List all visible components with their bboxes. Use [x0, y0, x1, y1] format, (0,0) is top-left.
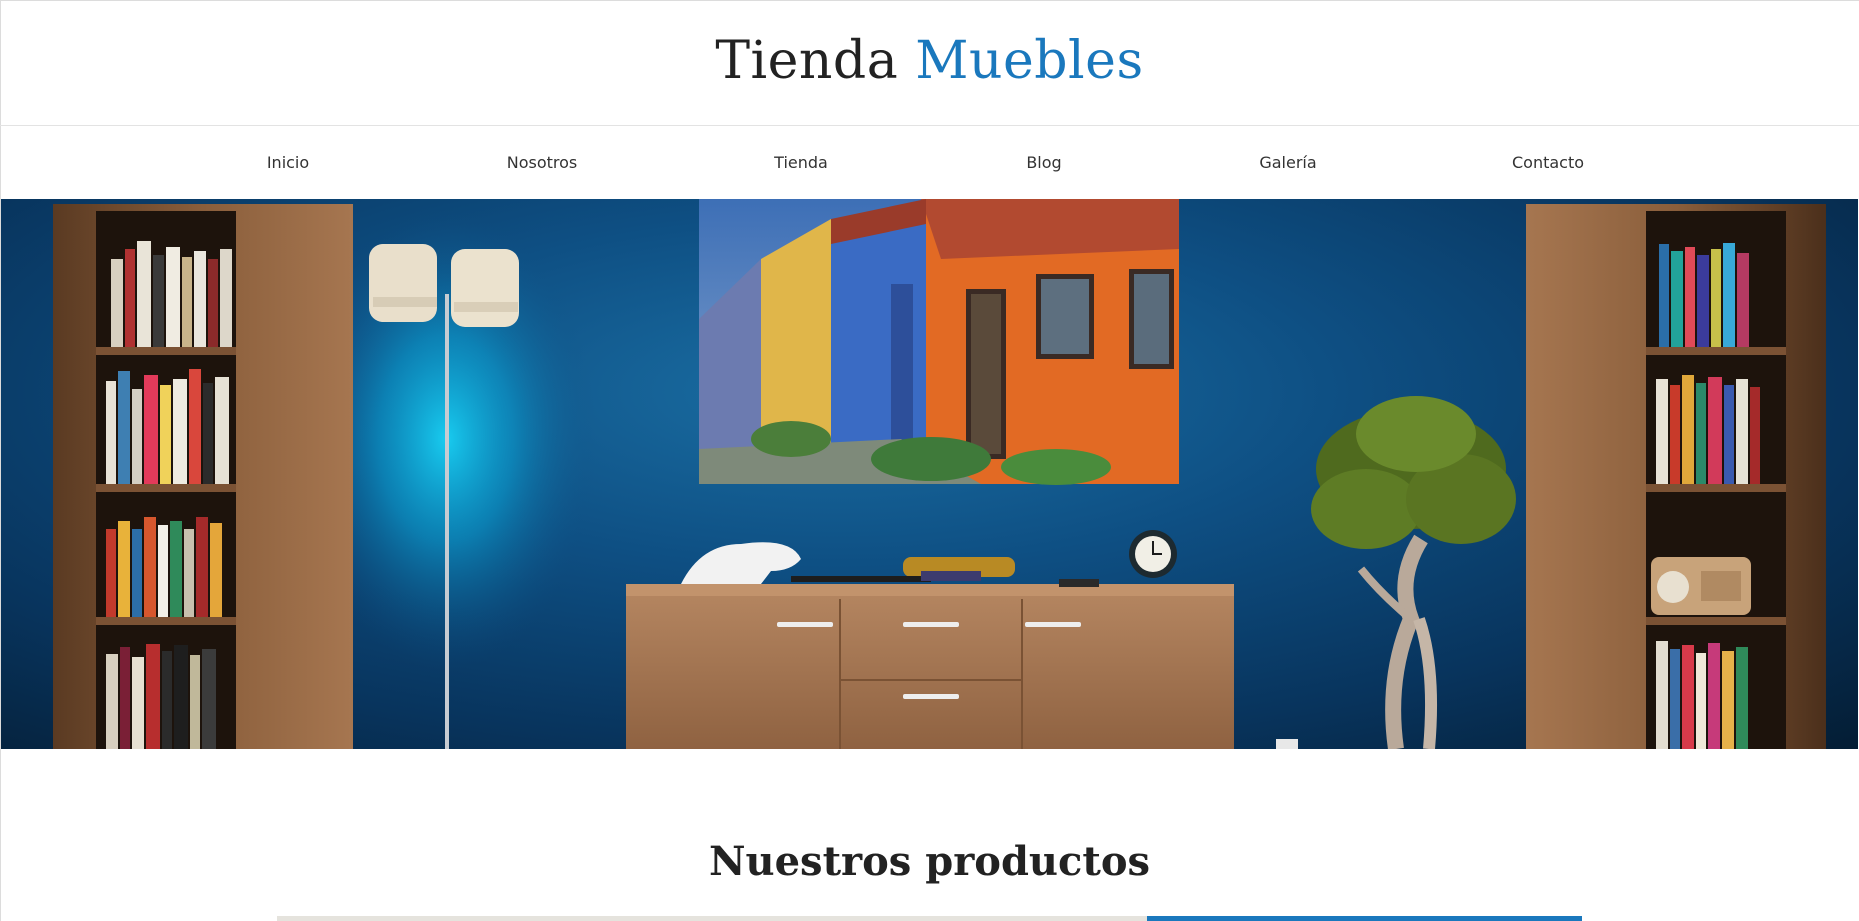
sideboard-decor: [681, 530, 1177, 587]
nav-item-inicio[interactable]: Inicio: [267, 153, 309, 172]
site-header: Tienda Muebles: [0, 0, 1859, 126]
nav-item-nosotros[interactable]: Nosotros: [507, 153, 578, 172]
nav-item-tienda[interactable]: Tienda: [774, 153, 828, 172]
products-section-title: Nuestros productos: [708, 838, 1151, 886]
wall-painting: [699, 199, 1179, 485]
left-bookshelf: [53, 204, 353, 749]
sideboard-cabinet: [626, 584, 1234, 749]
products-tab-bar: [277, 916, 1582, 921]
hero-banner: [1, 199, 1858, 749]
site-logo[interactable]: Tienda Muebles: [715, 35, 1143, 87]
products-tab-inactive[interactable]: [277, 916, 1147, 921]
logo-text-tienda: Tienda: [715, 30, 899, 91]
nav-item-contacto[interactable]: Contacto: [1512, 153, 1584, 172]
logo-text-muebles: Muebles: [915, 30, 1144, 91]
right-bookshelf: [1526, 204, 1826, 749]
nav-item-blog[interactable]: Blog: [1026, 153, 1061, 172]
bonsai-tree: [1311, 396, 1516, 749]
products-tab-active[interactable]: [1147, 916, 1582, 921]
nav-item-galeria[interactable]: Galería: [1259, 153, 1316, 172]
hero-image: [53, 199, 1826, 749]
wall-outlet: [1276, 739, 1298, 749]
main-navigation: Inicio Nosotros Tienda Blog Galería Cont…: [0, 127, 1859, 199]
